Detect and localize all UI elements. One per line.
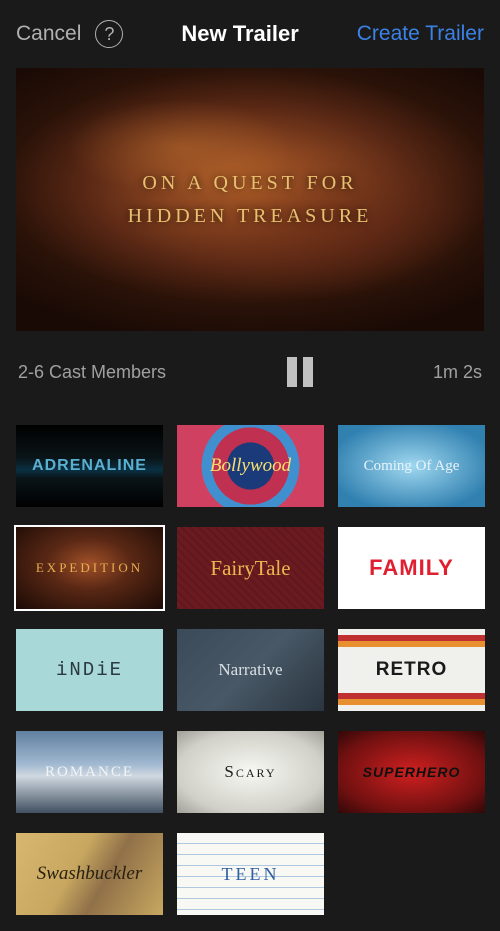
theme-indie[interactable]: iNDiE — [16, 629, 163, 711]
theme-expedition[interactable]: EXPEDITION — [16, 527, 163, 609]
theme-label: Coming Of Age — [364, 458, 460, 475]
header: Cancel ? New Trailer Create Trailer — [0, 0, 500, 68]
theme-scary[interactable]: Scary — [177, 731, 324, 813]
preview-title-text: ON A QUEST FOR HIDDEN TREASURE — [128, 172, 373, 228]
theme-label: RETRO — [370, 659, 454, 681]
theme-label: FairyTale — [210, 556, 290, 581]
duration-label: 1m 2s — [433, 362, 482, 383]
cast-members-label: 2-6 Cast Members — [18, 362, 166, 383]
pause-button[interactable] — [287, 357, 313, 387]
theme-family[interactable]: FAMILY — [338, 527, 485, 609]
theme-grid: Adrenaline Bollywood Coming Of Age EXPEDITI… — [0, 413, 500, 931]
help-icon[interactable]: ? — [95, 20, 123, 48]
theme-label: SUPERHERO — [363, 764, 461, 780]
theme-bollywood[interactable]: Bollywood — [177, 425, 324, 507]
theme-label: FAMILY — [369, 555, 454, 581]
theme-fairytale[interactable]: FairyTale — [177, 527, 324, 609]
theme-comingofage[interactable]: Coming Of Age — [338, 425, 485, 507]
theme-label: ROMANCE — [45, 764, 134, 781]
pause-icon — [287, 357, 297, 387]
theme-label: Swashbuckler — [37, 863, 143, 885]
theme-narrative[interactable]: Narrative — [177, 629, 324, 711]
create-trailer-button[interactable]: Create Trailer — [357, 22, 484, 46]
info-row: 2-6 Cast Members 1m 2s — [0, 331, 500, 413]
preview-line-1: ON A QUEST FOR — [128, 172, 373, 195]
page-title: New Trailer — [181, 21, 298, 47]
theme-label: EXPEDITION — [36, 560, 143, 576]
theme-swashbuckler[interactable]: Swashbuckler — [16, 833, 163, 915]
theme-teen[interactable]: Teen — [177, 833, 324, 915]
theme-retro[interactable]: RETRO — [338, 629, 485, 711]
theme-adrenaline[interactable]: Adrenaline — [16, 425, 163, 507]
theme-label: Bollywood — [210, 455, 291, 477]
theme-label: Adrenaline — [32, 457, 147, 475]
theme-label: Scary — [224, 762, 276, 782]
preview-line-2: HIDDEN TREASURE — [128, 205, 373, 228]
trailer-preview[interactable]: ON A QUEST FOR HIDDEN TREASURE — [16, 68, 484, 331]
header-left: Cancel ? — [16, 20, 123, 48]
cancel-button[interactable]: Cancel — [16, 22, 81, 46]
theme-label: Teen — [222, 864, 280, 885]
theme-label: Narrative — [218, 660, 282, 680]
theme-label: iNDiE — [56, 659, 123, 681]
theme-romance[interactable]: ROMANCE — [16, 731, 163, 813]
pause-icon — [303, 357, 313, 387]
theme-superhero[interactable]: SUPERHERO — [338, 731, 485, 813]
